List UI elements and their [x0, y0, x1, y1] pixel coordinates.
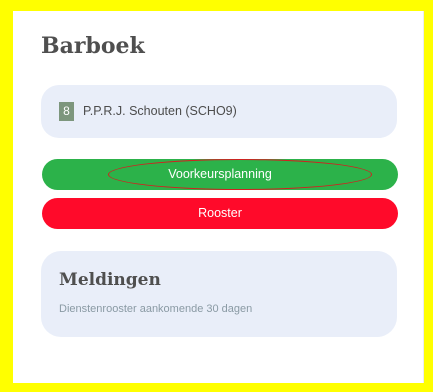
- voorkeursplanning-button[interactable]: Voorkeursplanning: [42, 159, 398, 190]
- app-page: Barboek 8 P.P.R.J. Schouten (SCHO9) Voor…: [13, 11, 424, 383]
- notifications-title: Meldingen: [59, 270, 161, 290]
- notifications-card[interactable]: Meldingen Dienstenrooster aankomende 30 …: [41, 251, 397, 337]
- user-level-badge: 8: [59, 102, 74, 121]
- user-name: P.P.R.J. Schouten (SCHO9): [83, 104, 237, 118]
- notifications-subtitle: Dienstenrooster aankomende 30 dagen: [59, 303, 253, 315]
- rooster-button[interactable]: Rooster: [42, 198, 398, 229]
- user-card: 8 P.P.R.J. Schouten (SCHO9): [41, 85, 397, 138]
- page-title: Barboek: [41, 33, 145, 59]
